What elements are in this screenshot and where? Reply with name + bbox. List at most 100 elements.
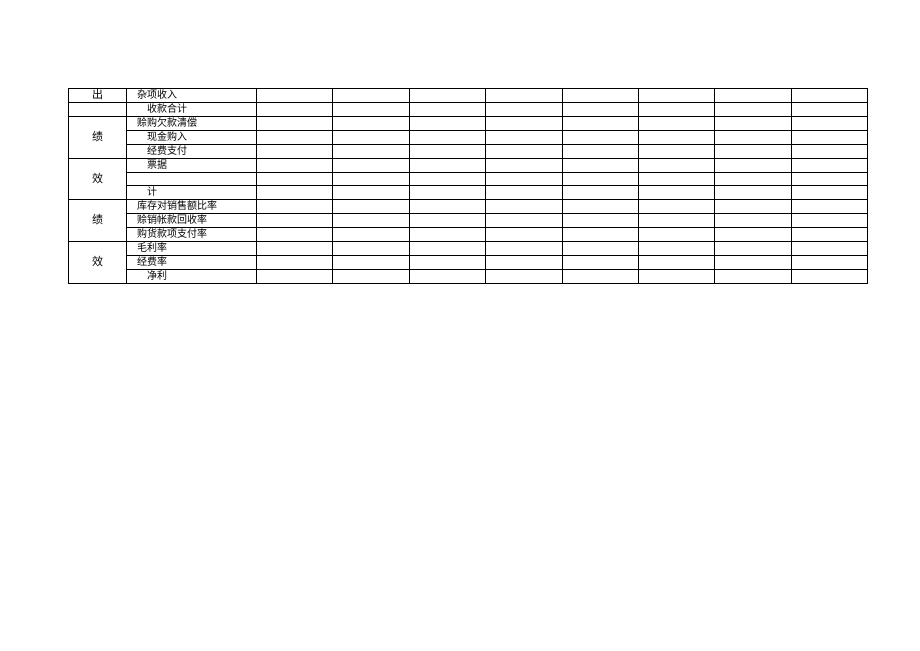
data-cell <box>409 131 485 145</box>
main-table: 出杂项收入收款合计绩赊购欠款清偿现金购入经费支付效票据计绩库存对销售额比率赊销帐… <box>68 88 868 284</box>
data-cell <box>257 186 333 200</box>
data-cell <box>715 89 791 103</box>
data-cell <box>409 89 485 103</box>
data-cell <box>791 270 867 284</box>
data-cell <box>638 173 714 186</box>
data-cell <box>715 131 791 145</box>
data-cell <box>715 200 791 214</box>
data-cell <box>638 242 714 256</box>
row-label: 经费支付 <box>127 145 257 159</box>
data-cell <box>486 103 562 117</box>
data-cell <box>562 186 638 200</box>
data-cell <box>562 200 638 214</box>
data-cell <box>562 214 638 228</box>
data-cell <box>638 145 714 159</box>
row-label: 购货款项支付率 <box>127 228 257 242</box>
data-cell <box>791 214 867 228</box>
table-row <box>69 173 868 186</box>
data-cell <box>791 89 867 103</box>
data-cell <box>333 89 409 103</box>
data-cell <box>715 256 791 270</box>
data-cell <box>333 214 409 228</box>
data-cell <box>562 173 638 186</box>
data-cell <box>257 117 333 131</box>
data-cell <box>791 159 867 173</box>
data-cell <box>791 103 867 117</box>
data-cell <box>333 228 409 242</box>
document-page: 出杂项收入收款合计绩赊购欠款清偿现金购入经费支付效票据计绩库存对销售额比率赊销帐… <box>0 0 920 651</box>
data-cell <box>715 270 791 284</box>
data-cell <box>638 89 714 103</box>
data-cell <box>409 270 485 284</box>
data-cell <box>486 242 562 256</box>
data-cell <box>333 117 409 131</box>
data-cell <box>638 103 714 117</box>
data-cell <box>791 228 867 242</box>
data-cell <box>715 186 791 200</box>
data-cell <box>409 117 485 131</box>
row-label <box>127 173 257 186</box>
row-label: 库存对销售额比率 <box>127 200 257 214</box>
data-cell <box>409 214 485 228</box>
data-cell <box>333 200 409 214</box>
data-cell <box>333 270 409 284</box>
data-cell <box>409 200 485 214</box>
group-header-bottom <box>69 103 127 117</box>
data-cell <box>486 256 562 270</box>
data-cell <box>333 145 409 159</box>
table-row: 绩库存对销售额比率 <box>69 200 868 214</box>
row-label: 杂项收入 <box>127 89 257 103</box>
data-cell <box>333 186 409 200</box>
table-row: 收款合计 <box>69 103 868 117</box>
table-row: 绩赊购欠款清偿 <box>69 117 868 131</box>
data-cell <box>486 117 562 131</box>
data-cell <box>562 270 638 284</box>
data-cell <box>486 145 562 159</box>
data-cell <box>791 145 867 159</box>
data-cell <box>486 159 562 173</box>
data-cell <box>562 145 638 159</box>
data-cell <box>638 214 714 228</box>
data-cell <box>486 270 562 284</box>
data-cell <box>715 159 791 173</box>
data-cell <box>562 256 638 270</box>
table-row: 现金购入 <box>69 131 868 145</box>
data-cell <box>333 173 409 186</box>
data-cell <box>715 145 791 159</box>
data-cell <box>486 186 562 200</box>
data-cell <box>638 131 714 145</box>
group-header-top: 出 <box>69 89 127 103</box>
data-cell <box>486 214 562 228</box>
row-label: 经费率 <box>127 256 257 270</box>
table-row: 经费率 <box>69 256 868 270</box>
row-label: 现金购入 <box>127 131 257 145</box>
data-cell <box>562 103 638 117</box>
row-label: 收款合计 <box>127 103 257 117</box>
data-cell <box>257 159 333 173</box>
table-row: 净利 <box>69 270 868 284</box>
data-cell <box>562 89 638 103</box>
data-cell <box>409 103 485 117</box>
table-body: 出杂项收入收款合计绩赊购欠款清偿现金购入经费支付效票据计绩库存对销售额比率赊销帐… <box>69 89 868 284</box>
data-cell <box>562 242 638 256</box>
data-cell <box>257 270 333 284</box>
data-cell <box>333 256 409 270</box>
data-cell <box>409 145 485 159</box>
table-container: 出杂项收入收款合计绩赊购欠款清偿现金购入经费支付效票据计绩库存对销售额比率赊销帐… <box>68 88 868 284</box>
group-header-bottom: 效 <box>69 159 127 200</box>
row-label: 票据 <box>127 159 257 173</box>
data-cell <box>486 131 562 145</box>
data-cell <box>715 214 791 228</box>
table-row: 购货款项支付率 <box>69 228 868 242</box>
row-label: 毛利率 <box>127 242 257 256</box>
data-cell <box>715 242 791 256</box>
data-cell <box>409 159 485 173</box>
data-cell <box>257 173 333 186</box>
data-cell <box>715 228 791 242</box>
data-cell <box>791 131 867 145</box>
data-cell <box>333 159 409 173</box>
row-label: 赊销帐款回收率 <box>127 214 257 228</box>
data-cell <box>562 159 638 173</box>
row-label: 净利 <box>127 270 257 284</box>
data-cell <box>486 173 562 186</box>
